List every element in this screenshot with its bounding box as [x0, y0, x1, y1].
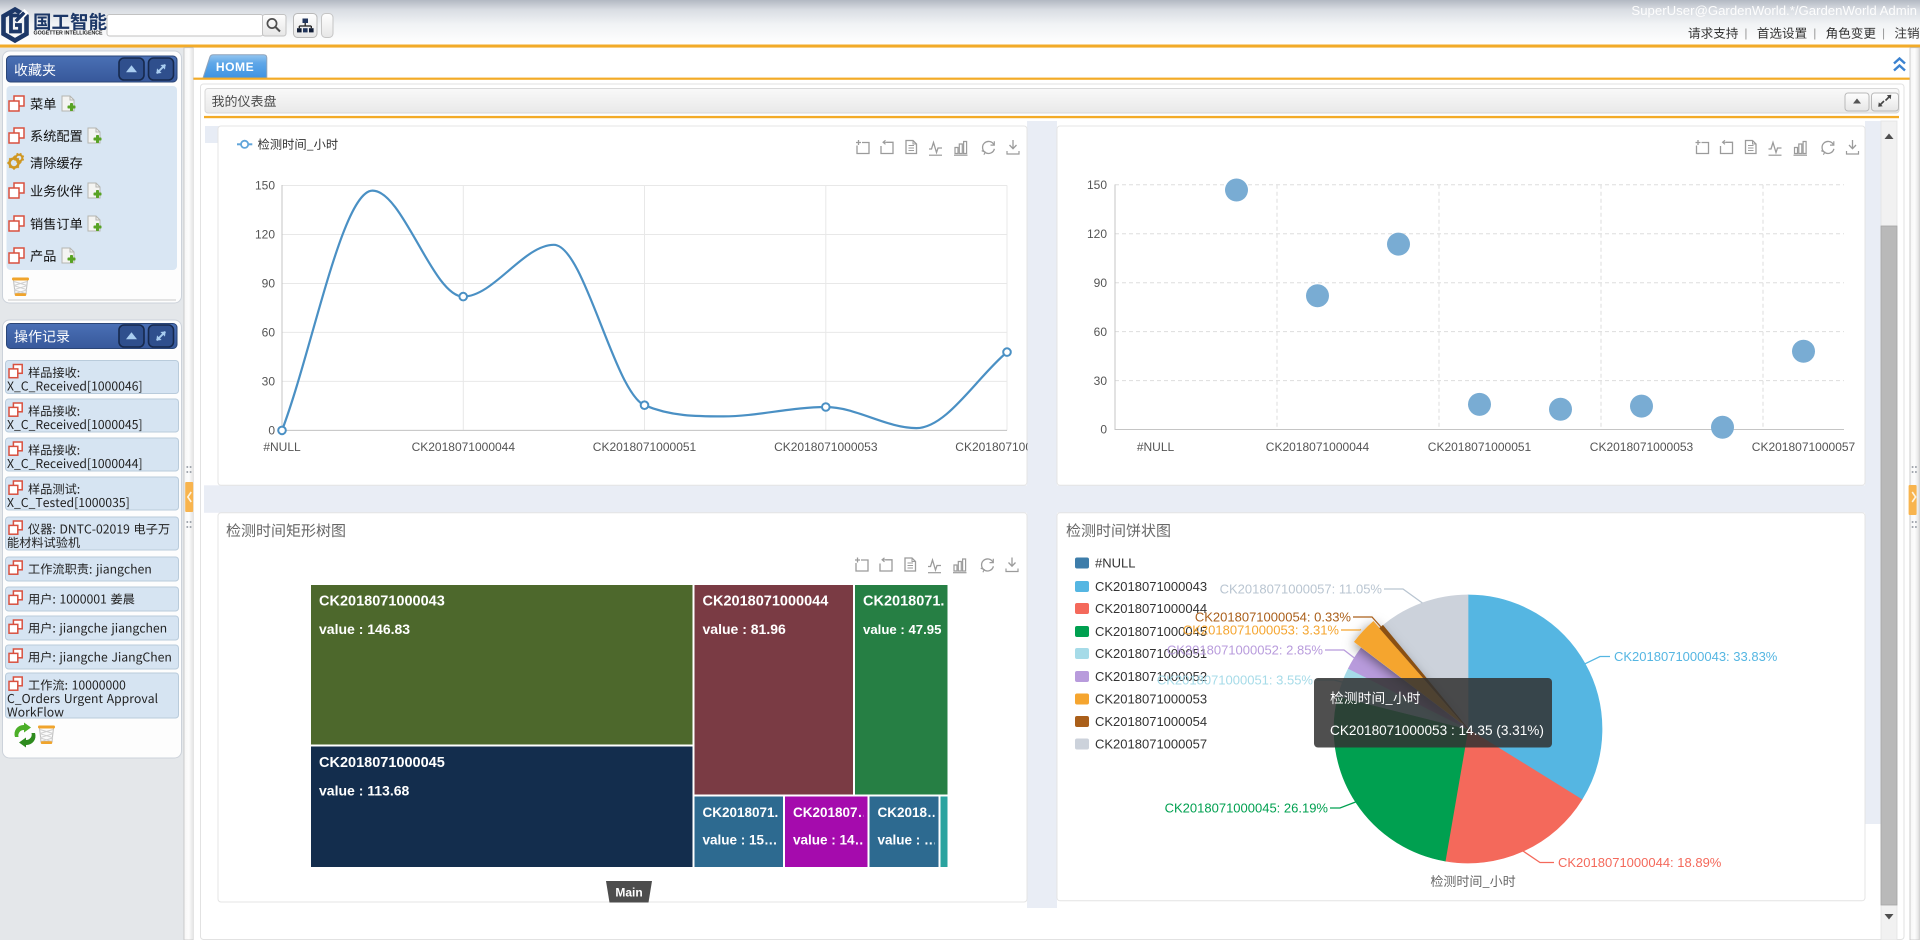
svg-text:|: | — [1744, 26, 1747, 40]
svg-text:CK201807…: CK201807… — [793, 805, 871, 820]
svg-text:30: 30 — [1094, 374, 1108, 388]
svg-text:90: 90 — [1094, 276, 1108, 290]
svg-text:CK2018071...: CK2018071... — [863, 594, 952, 610]
svg-text:60: 60 — [262, 326, 276, 340]
svg-text:60: 60 — [1094, 325, 1108, 339]
svg-text:CK2018071000045: 26.19%: CK2018071000045: 26.19% — [1165, 801, 1329, 816]
svg-text:|: | — [1882, 26, 1885, 40]
svg-text:CK2018071000051: CK2018071000051 — [1428, 440, 1532, 454]
svg-text:SuperUser@GardenWorld.*/Garden: SuperUser@GardenWorld.*/GardenWorld Admi… — [1631, 3, 1917, 18]
svg-text:value : 15…: value : 15… — [703, 833, 778, 848]
svg-text:120: 120 — [255, 228, 275, 242]
svg-text:value : 47.95: value : 47.95 — [863, 622, 941, 637]
svg-text:CK2018071000044: CK2018071000044 — [1095, 601, 1207, 616]
svg-text:value : 14…: value : 14… — [793, 833, 868, 848]
svg-text:Main: Main — [615, 886, 642, 900]
svg-text:150: 150 — [1087, 178, 1107, 192]
svg-text:CK2018071000053 : 14.35 (3.31%: CK2018071000053 : 14.35 (3.31%) — [1330, 723, 1544, 738]
svg-text:CK2018071000044: 18.89%: CK2018071000044: 18.89% — [1558, 855, 1722, 870]
svg-text:CK2018071000051: 3.55%: CK2018071000051: 3.55% — [1157, 672, 1314, 687]
svg-text:CK2018071000054: CK2018071000054 — [1095, 714, 1207, 729]
svg-text:30: 30 — [262, 375, 276, 389]
svg-text:CK2018071.: CK2018071. — [703, 805, 779, 820]
svg-text:CK2018071000043: CK2018071000043 — [1095, 579, 1207, 594]
svg-text:value : 113.68: value : 113.68 — [319, 783, 410, 799]
svg-text:CK2018…: CK2018… — [878, 805, 941, 820]
svg-text:0: 0 — [268, 424, 275, 438]
svg-text:|: | — [1813, 26, 1816, 40]
svg-text:150: 150 — [255, 179, 275, 193]
svg-text:CK2018071000057: CK2018071000057 — [1752, 440, 1856, 454]
svg-text:CK2018071000051: CK2018071000051 — [593, 440, 697, 454]
svg-text:90: 90 — [262, 277, 276, 291]
svg-text:CK2018071000043: 33.83%: CK2018071000043: 33.83% — [1614, 649, 1778, 664]
svg-text:CK2018071000053: CK2018071000053 — [1095, 692, 1207, 707]
svg-text:120: 120 — [1087, 227, 1107, 241]
svg-text:CK2018071000044: CK2018071000044 — [703, 594, 829, 610]
svg-text:CK2018071000053: 3.31%: CK2018071000053: 3.31% — [1183, 622, 1340, 637]
svg-text:CK2018071000057: CK2018071000057 — [1095, 737, 1207, 752]
svg-text:#NULL: #NULL — [1137, 440, 1175, 454]
svg-text:CK2018071000044: CK2018071000044 — [1266, 440, 1370, 454]
svg-text:CK2018071000044: CK2018071000044 — [412, 440, 516, 454]
svg-text:CK2018071000053: CK2018071000053 — [774, 440, 878, 454]
svg-text:CK2018071000045: CK2018071000045 — [319, 755, 445, 771]
svg-text:#NULL: #NULL — [263, 440, 301, 454]
svg-text:value : …: value : … — [878, 833, 938, 848]
svg-text:GOGETTER INTELLIGENCE: GOGETTER INTELLIGENCE — [34, 31, 104, 37]
svg-text:value : 81.96: value : 81.96 — [703, 621, 786, 637]
svg-text:CK2018071000043: CK2018071000043 — [319, 594, 445, 610]
svg-text:CK2018071000053: CK2018071000053 — [1590, 440, 1694, 454]
svg-text:CK2018071000052: 2.85%: CK2018071000052: 2.85% — [1167, 642, 1324, 657]
svg-text:value : 146.83: value : 146.83 — [319, 621, 410, 637]
svg-text:HOME: HOME — [216, 60, 254, 74]
svg-text:#NULL: #NULL — [1095, 556, 1135, 571]
svg-text:CK2018071000054: 0.33%: CK2018071000054: 0.33% — [1195, 609, 1352, 624]
svg-text:0: 0 — [1100, 423, 1107, 437]
svg-text:CK2018071000057: 11.05%: CK2018071000057: 11.05% — [1220, 582, 1383, 597]
